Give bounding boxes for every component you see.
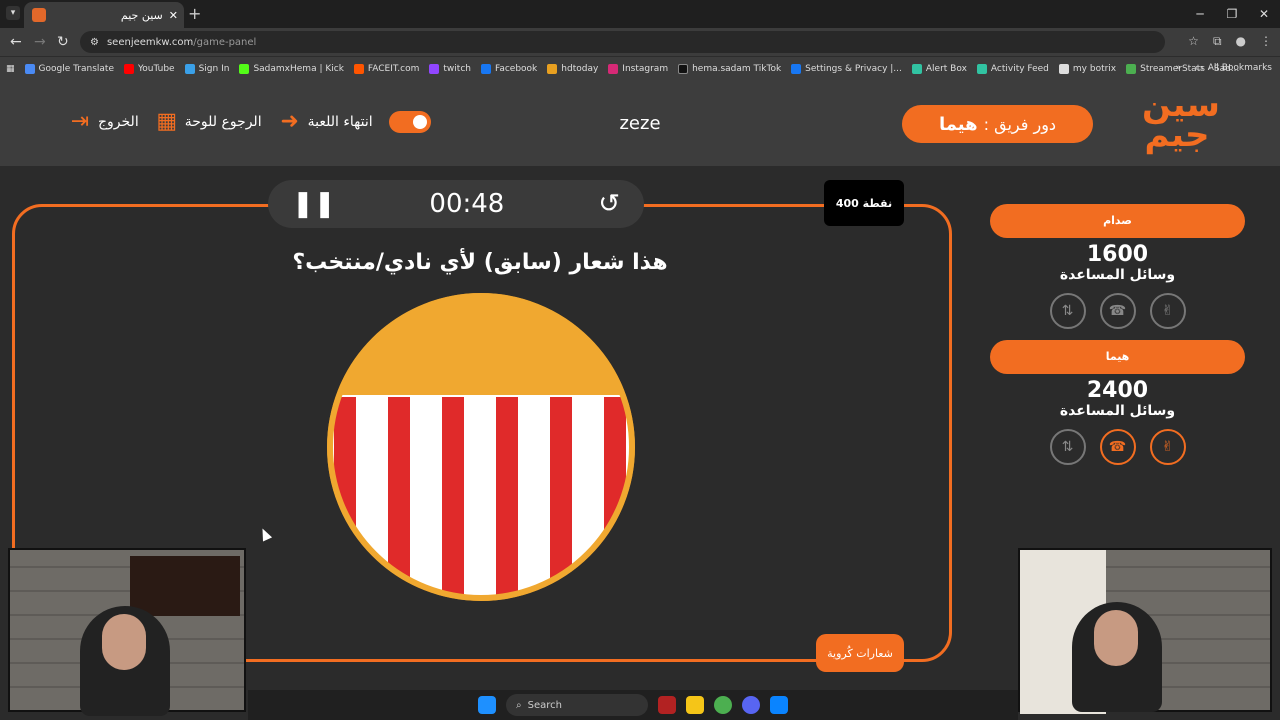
team-score: 1600	[1086, 242, 1149, 267]
back-icon[interactable]: ←	[10, 34, 22, 50]
category-badge: شعارات كُروية	[816, 634, 904, 672]
browser-tab[interactable]: سين جيم ✕	[24, 2, 184, 28]
webcam-right	[1018, 548, 1272, 714]
maximize-icon[interactable]: ❐	[1216, 0, 1248, 28]
bookmark-item[interactable]: my botrix	[1058, 63, 1116, 74]
call-aid-icon[interactable]: ☎	[1099, 293, 1136, 329]
end-game-button[interactable]: ➜ انتهاء اللعبة	[278, 109, 372, 134]
question-text: هذا شعار (سابق) لأي نادي/منتخب؟	[292, 250, 668, 275]
new-tab-button[interactable]: +	[188, 4, 201, 23]
bookmark-item[interactable]: hdtoday	[547, 63, 598, 74]
team-name: هيما	[990, 340, 1245, 374]
bookmark-item[interactable]: Facebook	[480, 63, 537, 74]
address-bar-row: ← → ↻ ⚙ seenjeemkw.com/game-panel ☆ ⧉ ● …	[0, 28, 1280, 56]
site-info-icon[interactable]: ⚙	[90, 37, 99, 48]
grid-icon: ▦	[156, 109, 178, 134]
question-logo-image	[327, 293, 635, 601]
reset-timer-icon[interactable]: ↺	[598, 189, 620, 219]
close-tab-icon[interactable]: ✕	[169, 9, 178, 22]
url-input[interactable]: ⚙ seenjeemkw.com/game-panel	[80, 31, 1165, 53]
folder-icon: ▭	[1195, 63, 1204, 73]
timer-display: 00:48	[429, 189, 505, 219]
bookmark-item[interactable]: hema.sadam TikTok	[678, 63, 781, 74]
call-aid-icon[interactable]: ☎	[1099, 429, 1136, 465]
bookmark-item[interactable]: Activity Feed	[976, 63, 1049, 74]
all-bookmarks-folder[interactable]: ▭ All Bookmarks	[1195, 63, 1272, 73]
file-explorer-icon[interactable]	[686, 696, 704, 714]
apps-icon[interactable]: ▦	[6, 64, 15, 74]
aids-label: وسائل المساعدة	[1059, 267, 1176, 283]
bookmark-item[interactable]: Settings & Privacy |...	[791, 63, 902, 74]
fireplace-tv	[130, 556, 240, 616]
team-name: صدام	[990, 204, 1245, 238]
back-to-board-button[interactable]: ▦ الرجوع للوحة	[155, 109, 261, 134]
url-host: seenjeemkw.com	[106, 36, 194, 48]
team-turn-badge: دور فريق : هيما	[902, 105, 1093, 143]
forward-icon[interactable]: →	[34, 34, 46, 50]
app-icon[interactable]	[658, 696, 676, 714]
bookmark-star-icon[interactable]: ☆	[1188, 34, 1199, 49]
webcam-left	[8, 548, 246, 716]
url-path: /game-panel	[193, 36, 257, 48]
swap-aid-icon[interactable]: ⇅	[1049, 293, 1086, 329]
bookmark-item[interactable]: Google Translate	[24, 63, 114, 74]
more-bookmarks-icon[interactable]: »	[1176, 63, 1182, 73]
bookmark-item[interactable]: Instagram	[608, 63, 668, 74]
two-answers-aid-icon[interactable]: ✌	[1149, 429, 1186, 465]
reload-icon[interactable]: ↻	[57, 34, 69, 50]
tab-title: سين جيم	[120, 8, 163, 22]
os-taskbar: ⌕ Search	[248, 690, 1018, 720]
turn-team: هيما	[938, 113, 978, 135]
browser-tabstrip: ▾ سين جيم ✕ + ─ ❐ ✕	[0, 0, 1280, 28]
team-score: 2400	[1086, 378, 1149, 403]
team-card: صدام 1600 وسائل المساعدة ⇅ ☎ ✌	[990, 204, 1245, 329]
turn-label: دور فريق :	[983, 114, 1057, 134]
swap-aid-icon[interactable]: ⇅	[1049, 429, 1086, 465]
arrow-right-icon: ➜	[280, 109, 299, 134]
settings-toggle[interactable]	[388, 111, 431, 133]
close-window-icon[interactable]: ✕	[1248, 0, 1280, 28]
minimize-icon[interactable]: ─	[1184, 0, 1216, 28]
timer-bar: ❚❚ 00:48 ↺	[268, 180, 644, 228]
two-answers-aid-icon[interactable]: ✌	[1149, 293, 1186, 329]
bookmark-item[interactable]: twitch	[429, 63, 471, 74]
menu-icon[interactable]: ⋮	[1260, 34, 1272, 49]
pause-icon[interactable]: ❚❚	[292, 189, 336, 219]
aids-label: وسائل المساعدة	[1059, 403, 1176, 419]
tab-search-button[interactable]: ▾	[6, 6, 20, 20]
bookmark-item[interactable]: SadamxHema | Kick	[239, 63, 344, 74]
team-card: هيما 2400 وسائل المساعدة ⇅ ☎ ✌	[990, 340, 1245, 465]
exit-icon: ⇥	[70, 109, 90, 134]
profile-icon[interactable]: ●	[1236, 34, 1246, 49]
bookmarks-bar: ▦ Google Translate YouTube Sign In Sadam…	[0, 56, 1280, 80]
bookmark-item[interactable]: YouTube	[123, 63, 175, 74]
bookmark-item[interactable]: Sign In	[184, 63, 229, 74]
site-logo[interactable]: سين جيم	[1142, 88, 1220, 156]
windows-start-icon[interactable]	[478, 696, 496, 714]
site-favicon-icon	[32, 8, 46, 22]
search-icon: ⌕	[516, 699, 522, 711]
bookmark-item[interactable]: FACEIT.com	[353, 63, 419, 74]
exit-button[interactable]: ⇥ الخروج	[68, 110, 139, 134]
taskbar-search[interactable]: ⌕ Search	[506, 694, 648, 716]
extensions-icon[interactable]: ⧉	[1213, 34, 1222, 49]
discord-icon[interactable]	[742, 696, 760, 714]
store-icon[interactable]	[770, 696, 788, 714]
bookmark-item[interactable]: Alert Box	[911, 63, 967, 74]
game-name: zeze	[619, 113, 661, 134]
points-badge: 400 نقطة	[824, 180, 904, 226]
chrome-icon[interactable]	[714, 696, 732, 714]
